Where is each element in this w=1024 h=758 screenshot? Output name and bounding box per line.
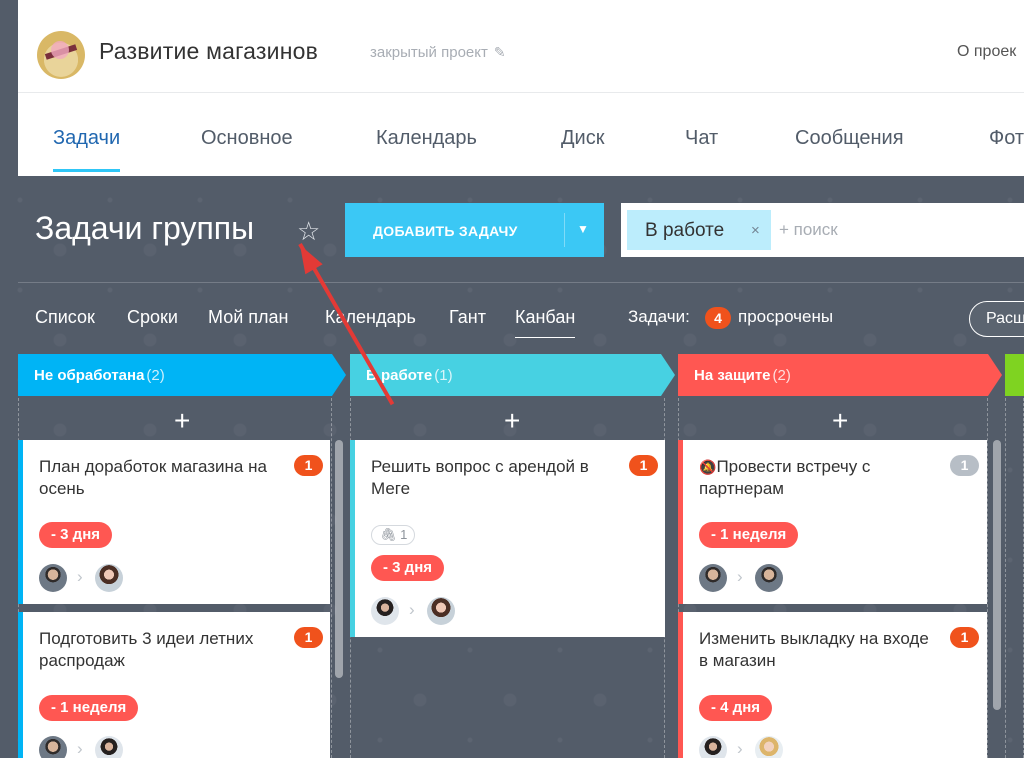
project-header: Развитие магазинов закрытый проект ✎ О пр… <box>18 0 1024 176</box>
button-divider <box>564 213 565 247</box>
chevron-down-icon[interactable]: ▼ <box>577 222 589 236</box>
task-people: › <box>371 597 471 625</box>
add-card-button-review[interactable]: + <box>832 405 848 437</box>
avatar[interactable] <box>427 597 455 625</box>
close-icon[interactable]: × <box>751 222 760 239</box>
project-row: Развитие магазинов закрытый проект ✎ О пр… <box>18 0 1024 93</box>
about-project-link[interactable]: О проек <box>957 43 1016 61</box>
column-header-in-progress[interactable]: В работе (1) <box>350 354 675 396</box>
tab-calendar[interactable]: Календарь <box>376 127 477 150</box>
avatar[interactable] <box>95 564 123 592</box>
task-card[interactable]: Изменить выкладку на входе в магазин 1 -… <box>678 612 987 758</box>
filter-chip[interactable]: В работе × <box>627 210 771 250</box>
chevron-right-icon: › <box>737 567 743 586</box>
task-title[interactable]: Подготовить 3 идеи летних распродаж <box>39 628 269 672</box>
overdue-label[interactable]: просрочены <box>738 307 833 327</box>
avatar[interactable] <box>699 736 727 758</box>
deadline-badge: - 1 неделя <box>39 695 139 721</box>
avatar[interactable] <box>371 597 399 625</box>
bell-off-icon: 🔕 <box>699 459 717 475</box>
task-counter-badge: 1 <box>950 627 979 648</box>
task-counter-badge: 1 <box>294 455 323 476</box>
task-people: › <box>699 736 799 758</box>
pencil-icon[interactable]: ✎ <box>494 44 506 61</box>
search-input[interactable]: + поиск <box>779 220 838 240</box>
tasks-counter-label: Задачи: <box>628 307 690 326</box>
avatar[interactable] <box>39 564 67 592</box>
overdue-count-badge[interactable]: 4 <box>705 307 731 329</box>
filter-search-box[interactable]: В работе × + поиск <box>621 203 1024 257</box>
column-header-next[interactable] <box>1005 354 1024 396</box>
toolbar-divider <box>18 282 1024 283</box>
add-card-button-in-progress[interactable]: + <box>504 405 520 437</box>
tab-disk[interactable]: Диск <box>561 127 604 150</box>
column-scrollbar-new[interactable] <box>335 440 343 678</box>
task-title[interactable]: Изменить выкладку на входе в магазин <box>699 628 929 672</box>
avatar[interactable] <box>95 736 123 758</box>
view-gantt[interactable]: Гант <box>449 307 486 328</box>
task-card[interactable]: Решить вопрос с арендой в Меге 1 🖇 1 - 3… <box>350 440 665 637</box>
add-card-button-new[interactable]: + <box>174 405 190 437</box>
task-people: › <box>39 564 139 592</box>
tab-general[interactable]: Основное <box>201 127 293 150</box>
tab-tasks[interactable]: Задачи <box>53 127 121 172</box>
avatar[interactable] <box>755 736 783 758</box>
task-title[interactable]: Решить вопрос с арендой в Меге <box>371 456 601 500</box>
deadline-badge: - 4 дня <box>699 695 773 721</box>
avatar[interactable] <box>755 564 783 592</box>
tab-messages[interactable]: Сообщения <box>795 127 904 150</box>
avatar[interactable] <box>39 736 67 758</box>
task-card[interactable]: План доработок магазина на осень 1 - 3 д… <box>18 440 330 604</box>
project-tabs: Задачи Основное Календарь Диск Чат Сообщ… <box>18 94 1024 176</box>
task-people: › <box>39 736 139 758</box>
project-type[interactable]: закрытый проект ✎ <box>370 44 506 61</box>
task-counter-badge: 1 <box>294 627 323 648</box>
task-card[interactable]: 🔕Провести встречу с партнерам 1 - 1 неде… <box>678 440 987 604</box>
project-avatar[interactable] <box>37 31 85 79</box>
project-type-label: закрытый проект <box>370 44 488 61</box>
task-title[interactable]: План доработок магазина на осень <box>39 456 269 500</box>
task-counter-badge: 1 <box>950 455 979 476</box>
column-header-review[interactable]: На защите (2) <box>678 354 1002 396</box>
deadline-badge: - 3 дня <box>371 555 445 581</box>
view-deadlines[interactable]: Сроки <box>127 307 178 328</box>
add-task-button[interactable]: ДОБАВИТЬ ЗАДАЧУ ▼ <box>345 203 604 257</box>
deadline-badge: - 1 неделя <box>699 522 799 548</box>
expand-button-label: Расш <box>986 310 1024 327</box>
column-header-new[interactable]: Не обработана (2) <box>18 354 346 396</box>
column-scrollbar-review[interactable] <box>993 440 1001 710</box>
project-title: Развитие магазинов <box>99 38 319 64</box>
attachment-count[interactable]: 🖇 1 <box>371 525 415 545</box>
add-task-label: ДОБАВИТЬ ЗАДАЧУ <box>373 223 518 239</box>
avatar[interactable] <box>699 564 727 592</box>
expand-button[interactable]: Расш <box>969 301 1024 337</box>
task-counter-badge: 1 <box>629 455 658 476</box>
task-card[interactable]: Подготовить 3 идеи летних распродаж 1 - … <box>18 612 330 758</box>
page-title: Задачи группы <box>35 210 255 246</box>
tab-chat[interactable]: Чат <box>685 127 718 150</box>
filter-chip-label: В работе <box>645 220 725 241</box>
chevron-right-icon: › <box>77 739 83 758</box>
view-my-plan[interactable]: Мой план <box>208 307 288 328</box>
chevron-right-icon: › <box>409 600 415 619</box>
column-title-new: Не обработана (2) <box>34 367 165 384</box>
view-list[interactable]: Список <box>35 307 95 328</box>
task-people: › <box>699 564 799 592</box>
chevron-right-icon: › <box>737 739 743 758</box>
column-area-next <box>1005 398 1024 758</box>
chevron-right-icon: › <box>77 567 83 586</box>
paperclip-icon: 🖇 <box>380 527 397 542</box>
column-title-review: На защите (2) <box>694 367 791 384</box>
deadline-badge: - 3 дня <box>39 522 113 548</box>
view-kanban[interactable]: Канбан <box>515 307 576 338</box>
tab-photos[interactable]: Фот <box>989 127 1024 150</box>
task-title[interactable]: 🔕Провести встречу с партнерам <box>699 456 929 500</box>
